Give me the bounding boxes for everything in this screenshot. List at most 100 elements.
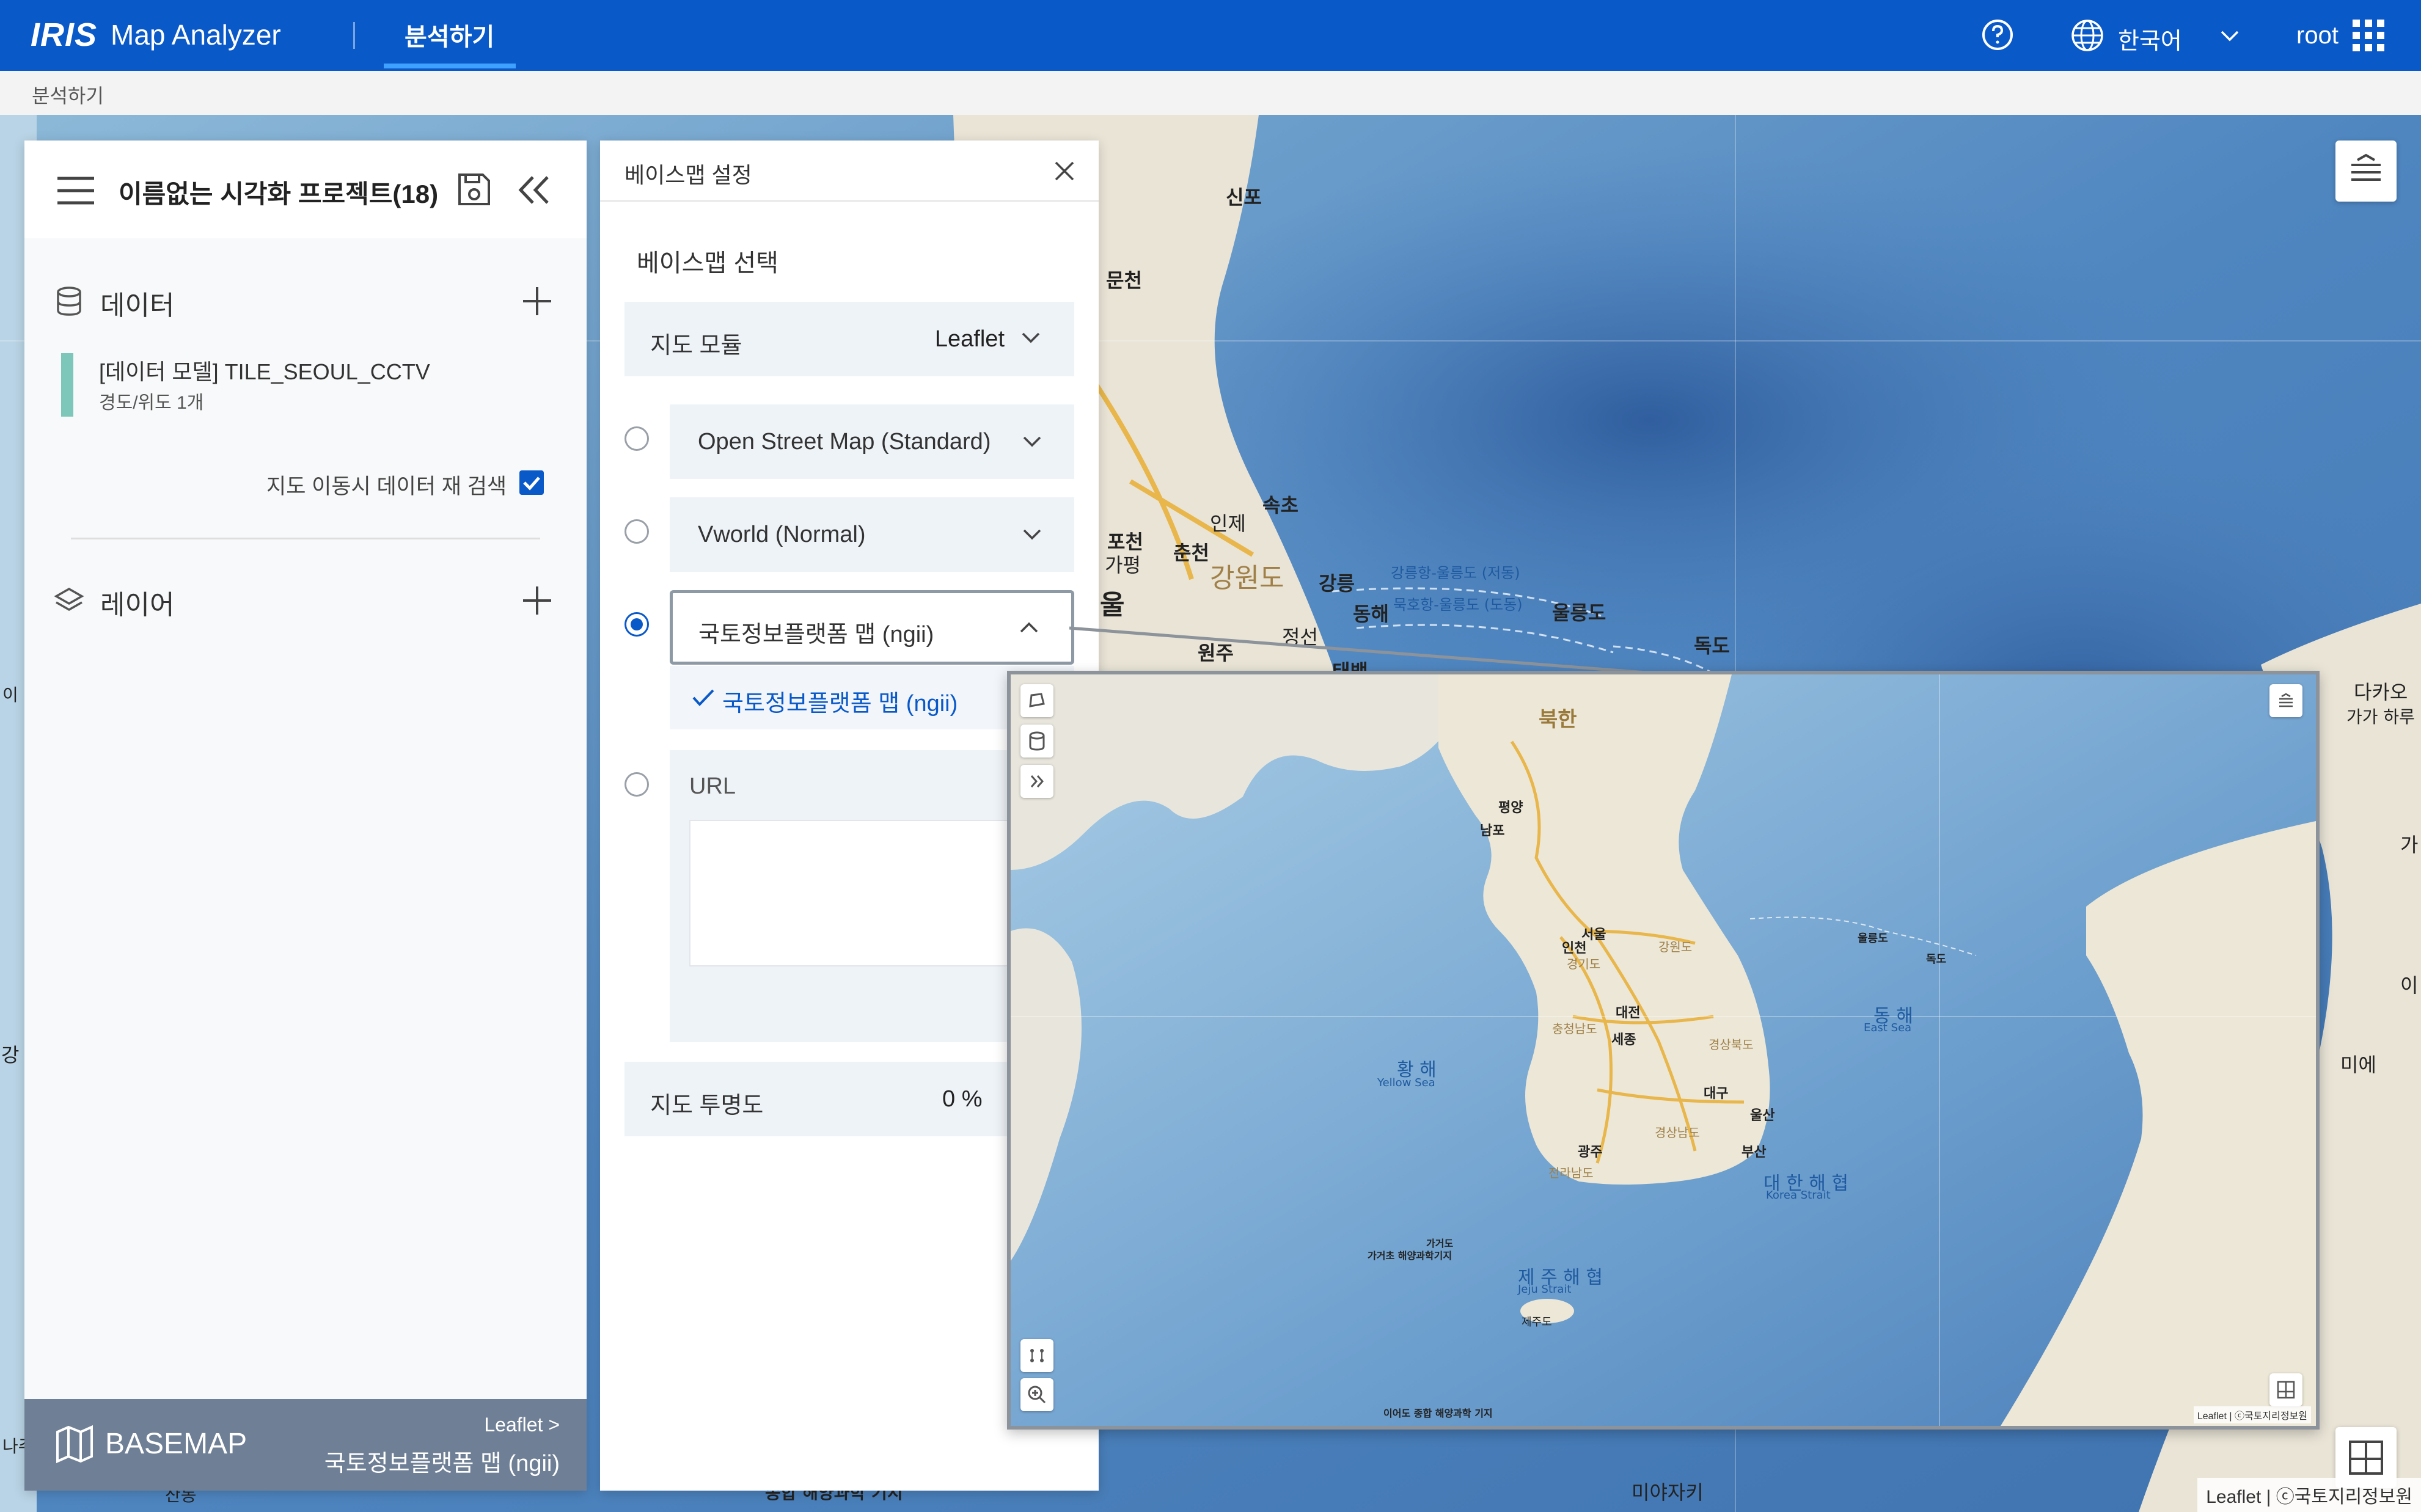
iris-logo-text: IRIS	[31, 16, 98, 53]
app-logo[interactable]: IRIS Map Analyzer	[31, 13, 281, 56]
data-model-fields: 경도/위도 1개	[99, 393, 204, 413]
osm-radio[interactable]	[624, 426, 649, 451]
map-label: 문천	[1106, 269, 1142, 292]
preview-select-tool-button[interactable]	[1020, 684, 1053, 717]
ngii-radio[interactable]	[624, 612, 649, 637]
layers-icon	[54, 587, 84, 612]
map-label: 다카오	[2354, 681, 2408, 704]
ngii-select[interactable]: 국토정보플랫폼 맵 (ngii)	[670, 590, 1074, 665]
map-label: 묵호항-울릉도 (도동)	[1393, 596, 1523, 613]
basemap-preview: 북한 평양 남포 서울 인천 대전 세종 대구 부산 울산 광주 경기도 충청남…	[1007, 671, 2320, 1430]
preview-label: Jeju Strait	[1518, 1283, 1572, 1296]
map-label: 울	[1100, 590, 1125, 621]
save-icon[interactable]	[456, 171, 493, 208]
data-model-name[interactable]: [데이터 모델] TILE_SEOUL_CCTV	[99, 354, 430, 386]
preview-layers-button[interactable]	[2269, 684, 2302, 717]
map-opacity-label: 지도 투명도	[650, 1093, 764, 1119]
basemap-button[interactable]: BASEMAP Leaflet > 국토정보플랫폼 맵 (ngii)	[24, 1399, 587, 1491]
vworld-label: Vworld (Normal)	[698, 522, 866, 547]
project-title[interactable]: 이름없는 시각화 프로젝트(18)	[119, 173, 438, 211]
apps-grid-icon[interactable]	[2351, 18, 2386, 53]
database-icon	[57, 287, 81, 316]
ngii-option-label: 국토정보플랫폼 맵 (ngii)	[722, 691, 958, 717]
help-icon[interactable]	[1981, 18, 2014, 51]
database-icon	[1029, 731, 1045, 751]
osm-select[interactable]: Open Street Map (Standard)	[670, 404, 1074, 479]
map-module-label: 지도 모듈	[650, 333, 742, 359]
add-data-button[interactable]	[521, 285, 554, 318]
basemap-select-heading: 베이스맵 선택	[637, 250, 778, 277]
url-radio[interactable]	[624, 772, 649, 797]
language-selector[interactable]: 한국어	[2118, 22, 2182, 56]
ngii-label: 국토정보플랫폼 맵 (ngii)	[698, 622, 934, 648]
data-color-indicator	[61, 353, 73, 417]
close-icon[interactable]	[1052, 159, 1077, 183]
vworld-radio[interactable]	[624, 519, 649, 544]
preview-label: 울릉도	[1858, 932, 1888, 945]
preview-measure-button[interactable]	[1020, 1339, 1053, 1372]
map-label: 강	[1, 1043, 20, 1067]
preview-label: 독도	[1926, 953, 1947, 966]
map-label: 강릉항-울릉도 (저동)	[1391, 564, 1520, 582]
layers-icon	[2351, 153, 2381, 181]
map-label: 신포	[1226, 186, 1262, 209]
project-body: 데이터 [데이터 모델] TILE_SEOUL_CCTV 경도/위도 1개 지도…	[24, 238, 587, 1399]
map-label: 강릉	[1319, 572, 1355, 595]
breadcrumb-bar: 분석하기	[0, 71, 2421, 116]
settings-header: 베이스맵 설정	[600, 141, 1099, 202]
preview-label: Yellow Sea	[1377, 1076, 1435, 1089]
map-opacity-value[interactable]: 0 %	[942, 1086, 982, 1112]
map-label: 미에	[2340, 1053, 2376, 1076]
zoom-icon	[1028, 1386, 1046, 1404]
preview-label: 대구	[1704, 1086, 1729, 1101]
preview-label: East Sea	[1864, 1021, 1912, 1034]
layers-control-button[interactable]	[2335, 141, 2397, 202]
url-label: URL	[689, 773, 736, 799]
basemap-engine: Leaflet >	[484, 1414, 560, 1436]
preview-label: 부산	[1742, 1145, 1767, 1160]
collapse-panel-icon[interactable]	[517, 175, 551, 205]
research-on-move-checkbox[interactable]	[519, 470, 544, 495]
preview-label: 북한	[1539, 707, 1577, 732]
map-label: 이	[2, 685, 18, 705]
tab-analyze[interactable]: 분석하기	[405, 17, 494, 53]
preview-attribution[interactable]: Leaflet | ⓒ국토지리정보원	[2193, 1406, 2311, 1423]
preview-label: 제주도	[1522, 1316, 1552, 1329]
preview-label: 경상북도	[1709, 1037, 1754, 1052]
chevron-down-icon[interactable]	[2219, 27, 2240, 44]
map-module-select[interactable]: 지도 모듈 Leaflet	[624, 302, 1074, 376]
preview-label: 경기도	[1567, 957, 1601, 971]
preview-zoom-button[interactable]	[1020, 1378, 1053, 1411]
section-divider	[71, 538, 540, 539]
preview-label: 충청남도	[1552, 1021, 1597, 1036]
map-label: 미야자키	[1632, 1481, 1704, 1504]
measure-icon	[1030, 1349, 1044, 1362]
preview-data-tool-button[interactable]	[1020, 725, 1053, 758]
user-menu[interactable]: root	[2296, 22, 2339, 49]
globe-icon[interactable]	[2070, 18, 2104, 53]
preview-label: 대전	[1616, 1006, 1641, 1021]
top-navigation-bar: IRIS Map Analyzer 분석하기 한국어 root	[0, 0, 2421, 71]
vworld-select[interactable]: Vworld (Normal)	[670, 497, 1074, 572]
url-input[interactable]	[689, 820, 1056, 966]
preview-label: 울산	[1750, 1108, 1775, 1123]
basemap-current-name: 국토정보플랫폼 맵 (ngii)	[324, 1451, 560, 1477]
map-module-value: Leaflet	[934, 326, 1005, 352]
layer-section-title: 레이어	[100, 590, 175, 620]
preview-minimap-button[interactable]	[2269, 1373, 2302, 1406]
hamburger-menu-icon[interactable]	[56, 175, 95, 206]
map-label: 강원도	[1210, 563, 1284, 594]
preview-map	[1011, 674, 2316, 1426]
add-layer-button[interactable]	[521, 584, 554, 617]
preview-label: 이어도 종합 해양과학 기지	[1383, 1408, 1493, 1419]
preview-label: 세종	[1611, 1032, 1636, 1048]
map-attribution[interactable]: Leaflet | ⓒ국토지리정보원	[2197, 1478, 2421, 1512]
breadcrumb: 분석하기	[32, 85, 104, 107]
preview-label: 광주	[1578, 1145, 1603, 1160]
preview-expand-button[interactable]	[1020, 765, 1053, 798]
layers-icon	[2279, 693, 2293, 707]
preview-label: 평양	[1498, 800, 1523, 816]
preview-label: 남포	[1480, 824, 1505, 839]
basemap-label: BASEMAP	[105, 1428, 247, 1460]
chevron-down-icon	[1022, 332, 1040, 343]
